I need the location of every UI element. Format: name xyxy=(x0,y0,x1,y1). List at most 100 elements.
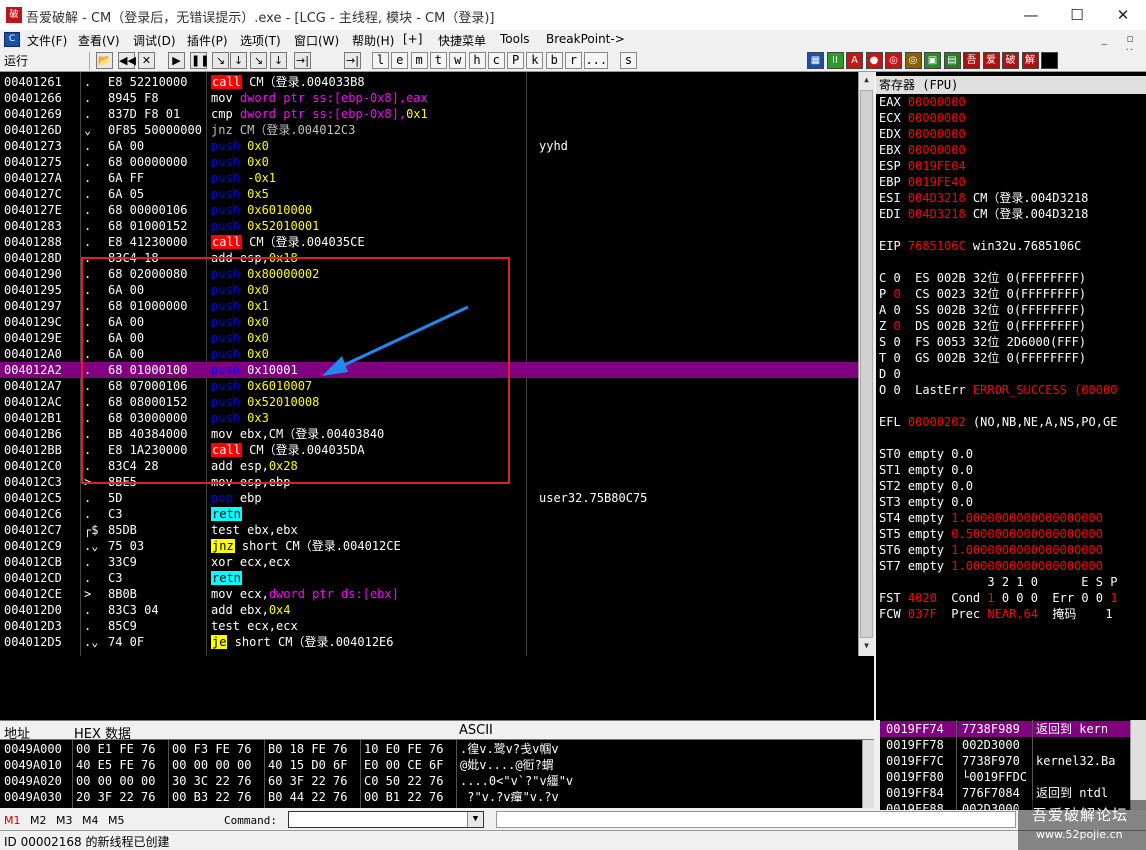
toolbar-letter-button[interactable]: l xyxy=(372,52,389,69)
disasm-row[interactable]: 0040129E. 6A 00 push 0x0 xyxy=(0,330,858,346)
toolbar-button[interactable]: ❚❚ xyxy=(190,52,209,69)
disasm-row[interactable]: 00401269. 837D F8 01 cmp dword ptr ss:[ebp… xyxy=(0,106,858,122)
toolbar-colored-button[interactable]: 吾 xyxy=(963,52,980,69)
disasm-row[interactable]: 004012C5. 5D pop ebp user32.75B80C75 xyxy=(0,490,858,506)
toolbar-colored-button[interactable] xyxy=(1041,52,1058,69)
register-line[interactable]: ESI 004D3218 CM（登录.004D3218 xyxy=(879,190,1088,206)
toolbar-colored-button[interactable]: 爱 xyxy=(982,52,1000,69)
toolbar-colored-button[interactable]: 解 xyxy=(1021,52,1039,69)
toolbar-letter-button[interactable]: r xyxy=(565,52,582,69)
toolbar-colored-button[interactable]: ● xyxy=(865,52,883,69)
disasm-row[interactable]: 00401288. E8 41230000 call CM（登录.004035CE xyxy=(0,234,858,250)
toolbar-button[interactable]: ↓ xyxy=(230,52,247,69)
disasm-row[interactable]: 0040127C. 6A 05 push 0x5 xyxy=(0,186,858,202)
register-line[interactable]: EAX 00000000 xyxy=(879,94,966,110)
disasm-row[interactable]: 0040128D. 83C4 18 add esp,0x18 xyxy=(0,250,858,266)
disasm-row[interactable]: 004012A2. 68 01000100 push 0x10001 xyxy=(0,362,858,378)
dump-pane[interactable]: 0049A000 00 E1 FE 76 00 F3 FE 76 B0 18 FE 7… xyxy=(0,740,862,808)
stack-row[interactable]: 0019FF7C 7738F970 kernel32.Ba xyxy=(880,753,1130,769)
register-line[interactable]: ST3 empty 0.0 xyxy=(879,494,973,510)
menu-item[interactable]: BreakPoint-> xyxy=(546,32,625,46)
toolbar-colored-button[interactable]: II xyxy=(826,52,844,69)
disasm-row[interactable]: 004012CE >8B0B mov ecx,dword ptr ds:[ebx] xyxy=(0,586,858,602)
register-line[interactable]: EIP 7685106C win32u.7685106C xyxy=(879,238,1081,254)
toolbar-letter-button[interactable]: ... xyxy=(584,52,609,69)
register-line[interactable]: S 0 FS 0053 32位 2D6000(FFF) xyxy=(879,334,1086,350)
toolbar-button[interactable]: →| xyxy=(344,52,361,69)
register-line[interactable]: EDI 004D3218 CM（登录.004D3218 xyxy=(879,206,1088,222)
menu-item[interactable]: Tools xyxy=(500,32,530,46)
toolbar-letter-button[interactable]: w xyxy=(449,52,467,69)
maximize-button[interactable]: ☐ xyxy=(1054,0,1100,30)
register-line[interactable]: T 0 GS 002B 32位 0(FFFFFFFF) xyxy=(879,350,1086,366)
register-line[interactable]: ST5 empty 0.5000000000000000000 xyxy=(879,526,1103,542)
toolbar-button[interactable]: 📂 xyxy=(96,52,113,69)
toolbar-letter-button[interactable]: t xyxy=(429,52,447,69)
menu-item[interactable]: 选项(T) xyxy=(240,32,281,49)
disasm-row[interactable]: 00401295. 6A 00 push 0x0 xyxy=(0,282,858,298)
register-line[interactable]: FCW 037F Prec NEAR,64 掩码 1 xyxy=(879,606,1113,622)
register-line[interactable]: ST4 empty 1.0000000000000000000 xyxy=(879,510,1103,526)
toolbar-colored-button[interactable]: ▦ xyxy=(807,52,824,69)
menu-item[interactable]: 调试(D) xyxy=(133,32,176,49)
toolbar-letter-button[interactable]: b xyxy=(545,52,563,69)
toolbar-button[interactable]: ▶ xyxy=(168,52,185,69)
disasm-row[interactable]: 004012D5 .⌄ 74 0F je short CM（登录.004012E6 xyxy=(0,634,858,650)
disasm-row[interactable]: 0040127A. 6A FF push -0x1 xyxy=(0,170,858,186)
memory-tab[interactable]: M5 xyxy=(108,814,125,827)
disasm-row[interactable]: 004012AC. 68 08000152 push 0x52010008 xyxy=(0,394,858,410)
disasm-row[interactable]: 00401275. 68 00000000 push 0x0 xyxy=(0,154,858,170)
register-line[interactable]: D 0 xyxy=(879,366,901,382)
toolbar-letter-button[interactable]: h xyxy=(468,52,486,69)
toolbar-button[interactable]: ↘ xyxy=(250,52,267,69)
register-line[interactable]: A 0 SS 002B 32位 0(FFFFFFFF) xyxy=(879,302,1086,318)
disasm-row[interactable]: 00401290. 68 02000080 push 0x80000002 xyxy=(0,266,858,282)
disasm-row[interactable]: 00401297. 68 01000000 push 0x1 xyxy=(0,298,858,314)
disasm-row[interactable]: 00401283. 68 01000152 push 0x52010001 xyxy=(0,218,858,234)
stack-scrollbar[interactable] xyxy=(1130,720,1146,810)
disasm-row[interactable]: 004012B1. 68 03000000 push 0x3 xyxy=(0,410,858,426)
register-line[interactable]: C 0 ES 002B 32位 0(FFFFFFFF) xyxy=(879,270,1086,286)
menu-item[interactable]: 帮助(H) xyxy=(352,32,394,49)
disasm-row[interactable]: 004012CB. 33C9 xor ecx,ecx xyxy=(0,554,858,570)
toolbar-letter-button[interactable]: m xyxy=(410,52,428,69)
scroll-down-icon[interactable]: ▼ xyxy=(860,638,873,654)
toolbar-colored-button[interactable]: 破 xyxy=(1002,52,1019,69)
dump-header-ascii[interactable]: ASCII xyxy=(459,723,493,738)
menu-item[interactable]: 快捷菜单 xyxy=(438,32,486,49)
disasm-row[interactable]: 004012C3 >8BE5 mov esp,ebp xyxy=(0,474,858,490)
disasm-row[interactable]: 004012B6. BB 40384000 mov ebx,CM（登录.004038… xyxy=(0,426,858,442)
register-line[interactable]: ST1 empty 0.0 xyxy=(879,462,973,478)
register-line[interactable]: EDX 00000000 xyxy=(879,126,966,142)
memory-tab[interactable]: M4 xyxy=(82,814,99,827)
scroll-up-icon[interactable]: ▲ xyxy=(860,72,873,88)
disasm-row[interactable]: 00401266. 8945 F8 mov dword ptr ss:[ebp-0x… xyxy=(0,90,858,106)
register-line[interactable]: ST6 empty 1.0000000000000000000 xyxy=(879,542,1103,558)
disasm-row[interactable]: 004012D3. 85C9 test ecx,ecx xyxy=(0,618,858,634)
register-line[interactable]: ST7 empty 1.0000000000000000000 xyxy=(879,558,1103,574)
toolbar-button[interactable]: ◀◀ xyxy=(118,52,136,69)
disasm-row[interactable]: 004012CD. C3 retn xyxy=(0,570,858,586)
memory-tab[interactable]: M1 xyxy=(4,814,21,827)
stack-row[interactable]: 0019FF78 002D3000 xyxy=(880,737,1130,753)
menu-item[interactable]: 插件(P) xyxy=(187,32,228,49)
close-button[interactable]: ✕ xyxy=(1100,0,1146,30)
menu-item[interactable]: 查看(V) xyxy=(78,32,120,49)
registers-header[interactable]: 寄存器 (FPU) xyxy=(876,76,1146,94)
disassembly-pane[interactable]: 00401261. E8 52210000 call CM（登录.004033B8 0… xyxy=(0,72,874,656)
toolbar-letter-button[interactable]: P xyxy=(507,52,525,69)
disasm-row[interactable]: 00401273. 6A 00 push 0x0 yyhd xyxy=(0,138,858,154)
register-line[interactable]: EBP 0019FE40 xyxy=(879,174,966,190)
stack-row[interactable]: 0019FF84 776F7084 返回到 ntdl xyxy=(880,785,1130,801)
dump-scrollbar[interactable] xyxy=(862,740,874,808)
registers-pane[interactable]: 寄存器 (FPU) EAX 00000000 ECX 00000000 EDX 00… xyxy=(876,72,1146,720)
chevron-down-icon[interactable]: ▼ xyxy=(467,812,483,827)
toolbar-colored-button[interactable]: ▤ xyxy=(943,52,961,69)
disasm-row[interactable]: 004012D0. 83C3 04 add ebx,0x4 xyxy=(0,602,858,618)
toolbar-letter-button[interactable]: e xyxy=(391,52,409,69)
disasm-row[interactable]: 0040127E. 68 00000106 push 0x6010000 xyxy=(0,202,858,218)
toolbar-button[interactable]: ✕ xyxy=(138,52,155,69)
register-line[interactable]: ST2 empty 0.0 xyxy=(879,478,973,494)
toolbar-colored-button[interactable]: ◎ xyxy=(885,52,902,69)
register-line[interactable]: FST 4020 Cond 1 0 0 0 Err 0 0 1 xyxy=(879,590,1117,606)
